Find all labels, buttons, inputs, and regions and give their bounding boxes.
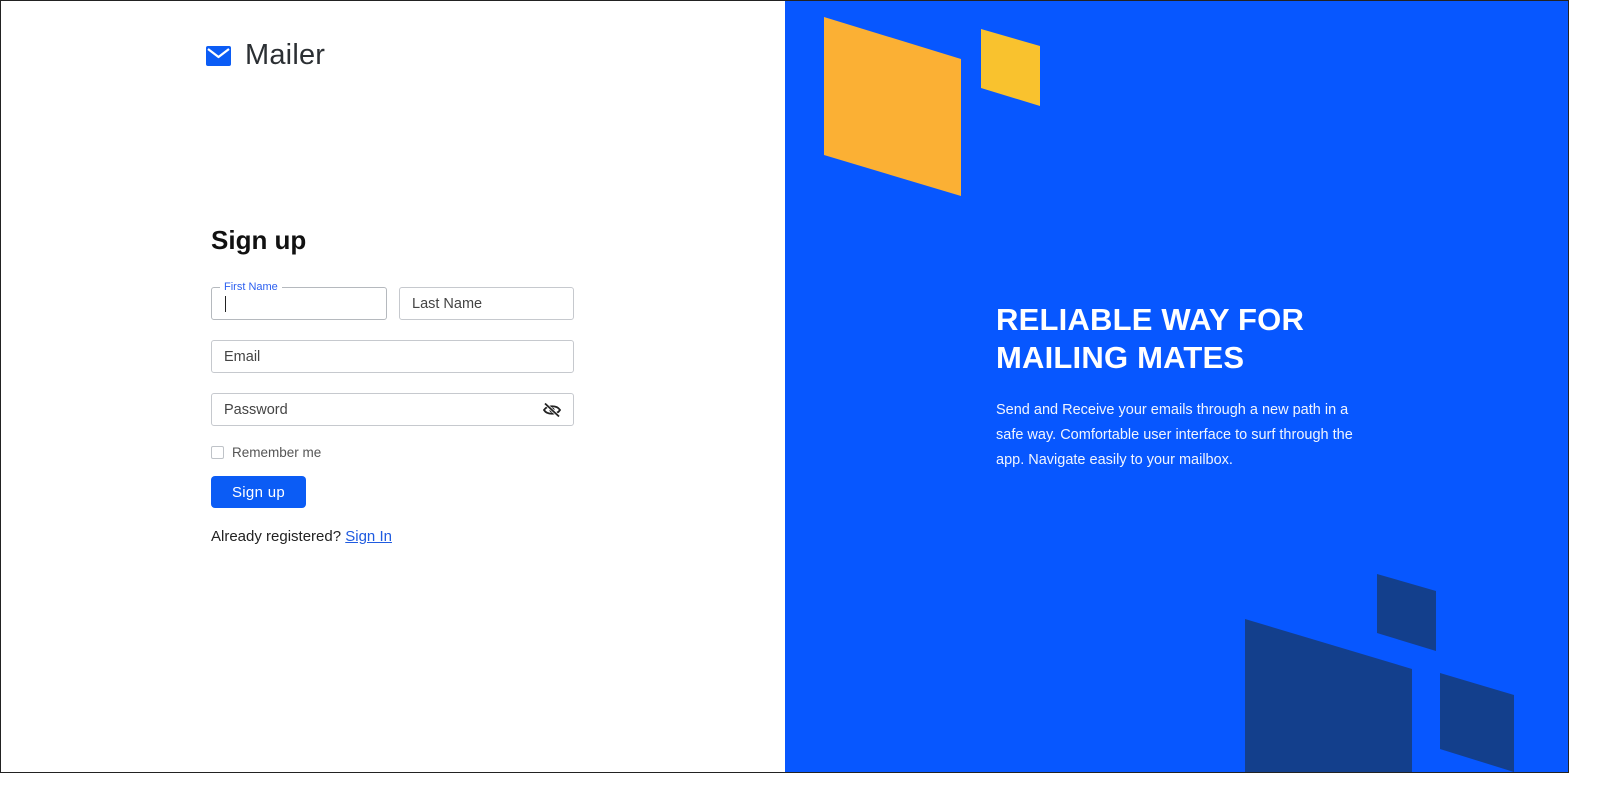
decorative-shapes bbox=[824, 17, 1514, 772]
brand: Mailer bbox=[206, 39, 325, 72]
password-field[interactable] bbox=[211, 393, 574, 426]
navy-block-large-shape bbox=[1245, 619, 1412, 772]
promo-headline: RELIABLE WAY FOR MAILING MATES bbox=[996, 302, 1305, 375]
email-input[interactable] bbox=[212, 341, 573, 372]
navy-block-right-shape bbox=[1440, 673, 1514, 772]
first-name-label: First Name bbox=[220, 280, 282, 294]
text-caret bbox=[225, 296, 226, 312]
last-name-field[interactable] bbox=[399, 287, 574, 320]
email-field[interactable] bbox=[211, 340, 574, 373]
brand-name: Mailer bbox=[245, 39, 326, 71]
remember-label: Remember me bbox=[232, 445, 322, 460]
signup-button[interactable]: Sign up bbox=[211, 476, 306, 508]
envelope-icon bbox=[206, 45, 231, 66]
page-title: Sign up bbox=[211, 225, 307, 255]
first-name-field[interactable]: First Name bbox=[211, 280, 387, 320]
signup-panel: Mailer Sign up First Name Remember m bbox=[1, 1, 785, 772]
password-input[interactable] bbox=[212, 394, 573, 425]
orange-block-shape bbox=[824, 17, 961, 196]
page-frame: Mailer Sign up First Name Remember m bbox=[0, 0, 1569, 773]
remember-checkbox[interactable] bbox=[211, 446, 224, 459]
promo-panel: RELIABLE WAY FOR MAILING MATES Send and … bbox=[785, 1, 1568, 772]
promo-description: Send and Receive your emails through a n… bbox=[996, 402, 1353, 468]
already-registered-text: Already registered? bbox=[211, 528, 342, 545]
signin-link[interactable]: Sign In bbox=[345, 528, 392, 545]
yellow-block-shape bbox=[981, 29, 1040, 106]
remember-me[interactable]: Remember me bbox=[211, 445, 321, 460]
signin-row: Already registered? Sign In bbox=[211, 528, 392, 545]
navy-block-small-shape bbox=[1377, 574, 1436, 651]
last-name-input[interactable] bbox=[400, 288, 573, 319]
eye-slash-icon[interactable] bbox=[543, 402, 561, 418]
